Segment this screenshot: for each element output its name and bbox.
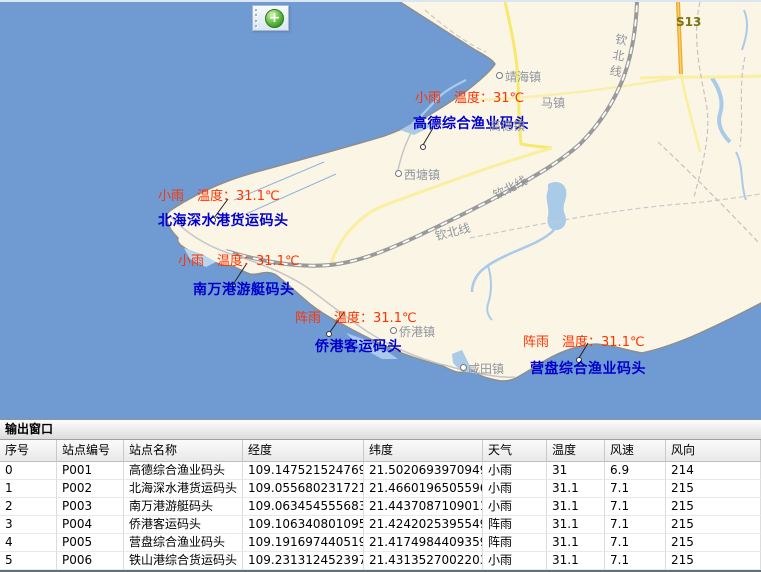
column-header[interactable]: 站点编号 [57, 440, 124, 461]
table-cell: 小雨 [483, 498, 547, 516]
table-cell: P005 [57, 534, 124, 552]
table-cell: 7.1 [605, 480, 666, 498]
column-header[interactable]: 序号 [0, 440, 57, 461]
table-cell: 214 [666, 462, 761, 480]
table-cell: P001 [57, 462, 124, 480]
table-cell: 215 [666, 534, 761, 552]
table-cell: 109.063454555683 [243, 498, 364, 516]
table-cell: 21.4660196505596 [364, 480, 483, 498]
table-cell: 南万港游艇码头 [124, 498, 243, 516]
table-cell: P006 [57, 552, 124, 570]
column-header[interactable]: 纬度 [364, 440, 483, 461]
table-row[interactable]: 1P002北海深水港货运码头109.05568023172121.4660196… [0, 480, 761, 498]
table-cell: 阵雨 [483, 516, 547, 534]
column-header[interactable]: 温度 [547, 440, 605, 461]
table-row[interactable]: 0P001高德综合渔业码头109.14752152476921.50206939… [0, 462, 761, 480]
map-toolbar: + [252, 5, 289, 31]
table-cell: 21.4242025395549 [364, 516, 483, 534]
table-cell: 31.1 [547, 534, 605, 552]
table-cell: 7.1 [605, 498, 666, 516]
table-cell: 31 [547, 462, 605, 480]
toolbar-grip-handle[interactable] [255, 9, 262, 27]
table-cell: P003 [57, 498, 124, 516]
table-cell: 5 [0, 552, 57, 570]
table-cell: 小雨 [483, 480, 547, 498]
table-cell: P002 [57, 480, 124, 498]
table-cell: 小雨 [483, 462, 547, 480]
map-canvas[interactable]: 小雨温度：31℃小雨温度：31.1℃小雨温度：31.1℃阵雨温度：31.1℃阵雨… [0, 0, 761, 419]
column-header[interactable]: 风向 [666, 440, 761, 461]
table-cell: 109.147521524769 [243, 462, 364, 480]
table-cell: 109.055680231721 [243, 480, 364, 498]
table-cell: 215 [666, 498, 761, 516]
add-marker-button[interactable]: + [265, 9, 284, 28]
table-header-row: 序号站点编号站点名称经度纬度天气温度风速风向 [0, 440, 761, 462]
column-header[interactable]: 经度 [243, 440, 364, 461]
table-cell: 7.1 [605, 534, 666, 552]
table-body: 0P001高德综合渔业码头109.14752152476921.50206939… [0, 462, 761, 572]
app-window: 小雨温度：31℃小雨温度：31.1℃小雨温度：31.1℃阵雨温度：31.1℃阵雨… [0, 0, 761, 572]
table-cell: P004 [57, 516, 124, 534]
table-cell: 阵雨 [483, 534, 547, 552]
table-cell: 6.9 [605, 462, 666, 480]
table-cell: 营盘综合渔业码头 [124, 534, 243, 552]
table-row[interactable]: 3P004侨港客运码头109.10634080109521.4242025395… [0, 516, 761, 534]
table-cell: 2 [0, 498, 57, 516]
table-row[interactable]: 2P003南万港游艇码头109.06345455568321.443708710… [0, 498, 761, 516]
table-cell: 109.231312452397 [243, 552, 364, 570]
table-cell: 215 [666, 480, 761, 498]
table-cell: 0 [0, 462, 57, 480]
add-icon: + [269, 10, 281, 26]
output-window-title: 输出窗口 [0, 420, 761, 440]
table-cell: 1 [0, 480, 57, 498]
column-header[interactable]: 站点名称 [124, 440, 243, 461]
table-cell: 高德综合渔业码头 [124, 462, 243, 480]
table-cell: 7.1 [605, 516, 666, 534]
map-basemap [0, 2, 761, 419]
table-cell: 31.1 [547, 480, 605, 498]
table-cell: 铁山港综合货运码头 [124, 552, 243, 570]
table-cell: 31.1 [547, 498, 605, 516]
stations-table: 序号站点编号站点名称经度纬度天气温度风速风向 0P001高德综合渔业码头109.… [0, 440, 761, 572]
table-cell: 215 [666, 516, 761, 534]
table-cell: 3 [0, 516, 57, 534]
table-row[interactable]: 5P006铁山港综合货运码头109.23131245239721.4313527… [0, 552, 761, 570]
output-window-panel: 输出窗口 序号站点编号站点名称经度纬度天气温度风速风向 0P001高德综合渔业码… [0, 419, 761, 572]
table-cell: 北海深水港货运码头 [124, 480, 243, 498]
table-cell: 109.191697440519 [243, 534, 364, 552]
table-cell: 7.1 [605, 552, 666, 570]
table-cell: 小雨 [483, 552, 547, 570]
table-cell: 4 [0, 534, 57, 552]
table-cell: 31.1 [547, 552, 605, 570]
table-cell: 侨港客运码头 [124, 516, 243, 534]
table-row[interactable]: 4P005营盘综合渔业码头109.19169744051921.41749844… [0, 534, 761, 552]
table-cell: 109.106340801095 [243, 516, 364, 534]
table-cell: 21.4174984409359 [364, 534, 483, 552]
table-cell: 31.1 [547, 516, 605, 534]
table-cell: 21.4437087109011 [364, 498, 483, 516]
table-cell: 21.5020693970949 [364, 462, 483, 480]
column-header[interactable]: 风速 [605, 440, 666, 461]
table-cell: 21.4313527002203 [364, 552, 483, 570]
table-cell: 215 [666, 552, 761, 570]
column-header[interactable]: 天气 [483, 440, 547, 461]
